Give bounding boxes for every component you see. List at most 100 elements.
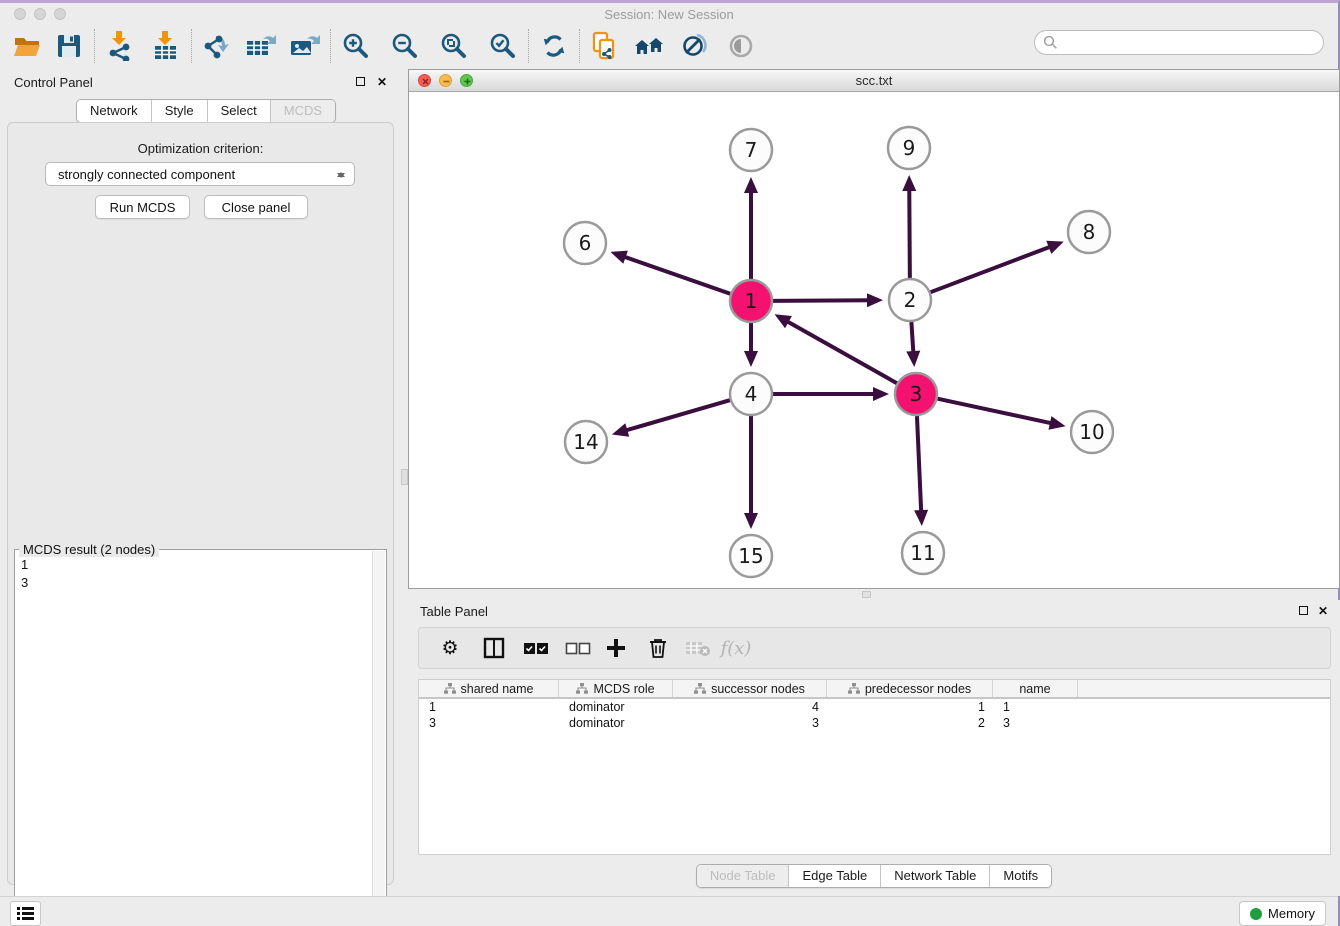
zoom-out-icon[interactable]: [388, 29, 422, 63]
close-panel-icon[interactable]: ✕: [375, 76, 389, 90]
table-cell[interactable]: 1: [419, 699, 559, 715]
zoom-in-icon[interactable]: [339, 29, 373, 63]
result-scrollbar[interactable]: [372, 551, 385, 926]
graph-edge-3-11[interactable]: [917, 416, 921, 513]
table-row[interactable]: 3dominator323: [419, 715, 1330, 731]
network-window-titlebar[interactable]: scc.txt: [409, 70, 1339, 92]
table-cell[interactable]: 2: [827, 715, 993, 731]
run-mcds-button[interactable]: Run MCDS: [95, 195, 190, 219]
zoom-selected-icon[interactable]: [486, 29, 520, 63]
import-table-icon[interactable]: [149, 29, 183, 63]
tab-node-table[interactable]: Node Table: [697, 865, 789, 887]
tab-network[interactable]: Network: [77, 100, 151, 122]
tab-select[interactable]: Select: [207, 100, 270, 122]
apply-style-icon[interactable]: [678, 29, 712, 63]
import-network-icon[interactable]: [103, 29, 137, 63]
table-cell[interactable]: 3: [993, 715, 1078, 731]
graph-node-label: 14: [573, 430, 598, 454]
titlebar: Session: New Session: [0, 3, 1338, 23]
graph-edge-4-14[interactable]: [624, 400, 729, 431]
column-header-MCDS-role[interactable]: MCDS role: [559, 680, 673, 697]
horizontal-splitter-grip[interactable]: [862, 591, 871, 598]
graph-node-label: 3: [910, 382, 923, 406]
refresh-icon[interactable]: [537, 29, 571, 63]
delete-column-icon[interactable]: [643, 633, 673, 663]
graph-node-label: 10: [1079, 420, 1104, 444]
window-title: Session: New Session: [0, 7, 1338, 22]
graph-node-label: 11: [910, 541, 935, 565]
show-hide-eye-icon[interactable]: [724, 29, 758, 63]
graph-edge-1-2[interactable]: [773, 300, 870, 301]
deselect-all-icon[interactable]: [563, 633, 593, 663]
float-table-panel-icon[interactable]: [1296, 605, 1310, 619]
mcds-panel: Optimization criterion: strongly connect…: [7, 122, 394, 885]
table-row[interactable]: 1dominator411: [419, 699, 1330, 715]
task-history-button[interactable]: [10, 901, 41, 926]
tab-network-table[interactable]: Network Table: [880, 865, 989, 887]
network-window: scc.txt 7968124314101511: [408, 69, 1340, 589]
table-panel: Table Panel ✕ ⚙ f(x) shared name MCDS rol…: [408, 600, 1340, 896]
save-session-icon[interactable]: [52, 29, 86, 63]
clone-network-icon[interactable]: [588, 29, 622, 63]
splitter-grip[interactable]: [401, 469, 408, 485]
column-hierarchy-icon: [576, 683, 588, 694]
float-panel-icon[interactable]: [353, 76, 367, 90]
optimization-criterion-select[interactable]: strongly connected component: [45, 162, 355, 186]
graph-edge-arrowhead: [902, 175, 916, 191]
delete-table-icon[interactable]: [683, 633, 713, 663]
mcds-result-text[interactable]: 1 3: [17, 556, 370, 926]
status-bar: Memory: [0, 896, 1338, 926]
function-builder-icon[interactable]: f(x): [721, 633, 751, 663]
graph-node-label: 1: [745, 289, 758, 313]
mcds-result-legend: MCDS result (2 nodes): [19, 542, 159, 557]
table-body: 1dominator4113dominator323: [419, 699, 1330, 731]
graph-edge-2-8[interactable]: [931, 246, 1052, 292]
list-icon: [16, 906, 35, 921]
column-header-name[interactable]: name: [993, 680, 1078, 697]
column-header-label: predecessor nodes: [865, 682, 971, 696]
graph-edge-arrowhead: [867, 293, 883, 307]
table-panel-title: Table Panel: [420, 604, 488, 619]
tab-mcds[interactable]: MCDS: [270, 100, 335, 122]
table-cell[interactable]: 3: [419, 715, 559, 731]
graph-edge-arrowhead: [744, 513, 758, 529]
graph-node-label: 4: [745, 382, 758, 406]
graph-edge-2-9[interactable]: [909, 188, 910, 278]
select-all-icon[interactable]: [521, 633, 551, 663]
table-cell[interactable]: 3: [673, 715, 827, 731]
zoom-fit-icon[interactable]: [437, 29, 471, 63]
graph-node-label: 8: [1083, 220, 1096, 244]
memory-button[interactable]: Memory: [1239, 901, 1326, 926]
search-input[interactable]: [1058, 33, 1323, 53]
export-image-icon[interactable]: [288, 29, 322, 63]
column-header-shared-name[interactable]: shared name: [419, 680, 559, 697]
graph-edge-3-10[interactable]: [938, 399, 1053, 424]
tab-edge-table[interactable]: Edge Table: [788, 865, 880, 887]
export-network-icon[interactable]: [200, 29, 234, 63]
column-hierarchy-icon: [694, 683, 706, 694]
column-header-label: shared name: [461, 682, 534, 696]
column-header-successor-nodes[interactable]: successor nodes: [673, 680, 827, 697]
application-window: Session: New Session: [0, 0, 1340, 926]
show-columns-icon[interactable]: [479, 633, 509, 663]
table-settings-gear-icon[interactable]: ⚙: [435, 633, 465, 663]
tab-motifs[interactable]: Motifs: [989, 865, 1051, 887]
open-session-icon[interactable]: [10, 29, 44, 63]
tab-style[interactable]: Style: [151, 100, 207, 122]
graph-edge-3-1[interactable]: [786, 321, 897, 384]
column-header-predecessor-nodes[interactable]: predecessor nodes: [827, 680, 993, 697]
table-cell[interactable]: dominator: [559, 715, 673, 731]
add-column-icon[interactable]: [601, 633, 631, 663]
export-table-icon[interactable]: [244, 29, 278, 63]
first-neighbors-icon[interactable]: [632, 29, 666, 63]
graph-edge-2-3[interactable]: [911, 322, 913, 354]
table-cell[interactable]: 1: [993, 699, 1078, 715]
vertical-splitter[interactable]: [401, 69, 408, 896]
table-cell[interactable]: 4: [673, 699, 827, 715]
table-cell[interactable]: dominator: [559, 699, 673, 715]
close-table-panel-icon[interactable]: ✕: [1316, 605, 1330, 619]
table-cell[interactable]: 1: [827, 699, 993, 715]
close-panel-button[interactable]: Close panel: [204, 195, 308, 219]
graph-edge-1-6[interactable]: [623, 256, 730, 294]
network-canvas[interactable]: 7968124314101511: [409, 92, 1339, 588]
